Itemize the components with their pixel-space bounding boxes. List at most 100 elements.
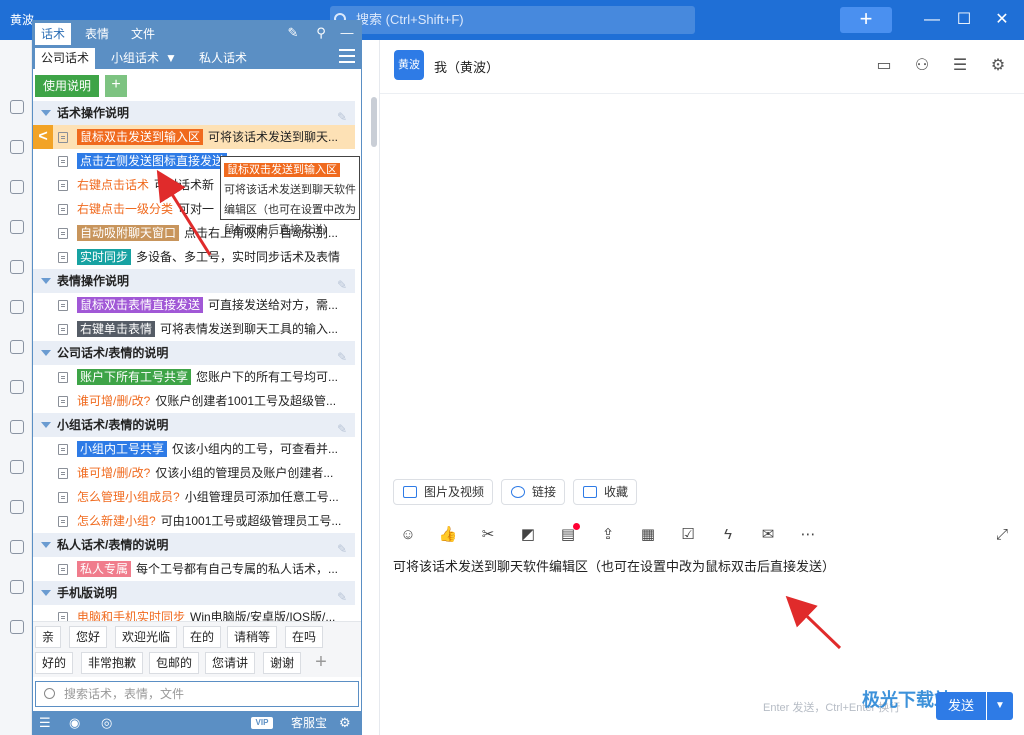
- script-row[interactable]: 谁可增/删/改? 仅账户创建者1001工号及超级管...: [33, 389, 355, 413]
- script-row[interactable]: 电脑和手机实时同步 Win电脑版/安卓版/IOS版/...: [33, 605, 355, 621]
- send-button[interactable]: 发送: [936, 692, 986, 720]
- message-icon[interactable]: [10, 100, 24, 114]
- favorites-button[interactable]: 收藏: [573, 479, 637, 505]
- flash-icon[interactable]: [10, 420, 24, 434]
- gear-icon[interactable]: ⚙: [988, 56, 1008, 76]
- expand-icon[interactable]: ⤢: [992, 525, 1012, 545]
- add-script-button[interactable]: +: [105, 75, 127, 97]
- phrase-chip[interactable]: 在吗: [285, 626, 324, 648]
- global-search-input[interactable]: 搜索 (Ctrl+Shift+F): [330, 6, 695, 34]
- note-icon[interactable]: [10, 140, 24, 154]
- chat-icon[interactable]: [10, 580, 24, 594]
- document-icon: [58, 372, 68, 383]
- maximize-button[interactable]: ☐: [952, 8, 976, 32]
- close-button[interactable]: ✕: [990, 8, 1014, 32]
- panel-tabs: 话术 表情 文件 ✎ ⚲ —: [33, 21, 361, 45]
- mail-icon[interactable]: ✉: [758, 525, 778, 545]
- quick-reply-icon[interactable]: ◩: [518, 525, 538, 545]
- phrase-chip[interactable]: 亲: [35, 626, 62, 648]
- script-row[interactable]: 谁可增/删/改? 仅该小组的管理员及账户创建者...: [33, 461, 355, 485]
- avatar[interactable]: 黄波: [394, 50, 424, 80]
- bracket-icon[interactable]: [10, 220, 24, 234]
- more-icon[interactable]: [10, 620, 24, 634]
- pin-icon[interactable]: ⚲: [313, 24, 329, 42]
- new-button[interactable]: +: [840, 7, 892, 33]
- message-input[interactable]: 可将该话术发送到聊天软件编辑区（也可在设置中改为鼠标双击后直接发送）: [393, 556, 835, 575]
- send-options-dropdown[interactable]: ▼: [987, 692, 1013, 720]
- minimize-button[interactable]: —: [920, 8, 944, 32]
- tab-emoji[interactable]: 表情: [79, 23, 115, 45]
- tab-group-scripts[interactable]: 小组话术: [105, 48, 165, 69]
- apps-icon[interactable]: [10, 180, 24, 194]
- attach-icon[interactable]: ✎: [285, 24, 301, 42]
- phrase-chip[interactable]: 好的: [35, 652, 74, 674]
- tab-files[interactable]: 文件: [125, 23, 161, 45]
- checkbox-icon[interactable]: ☑: [678, 525, 698, 545]
- phrase-chip[interactable]: 欢迎光临: [115, 626, 178, 648]
- script-tag: 自动吸附聊天窗口: [77, 225, 180, 241]
- group-header[interactable]: 小组话术/表情的说明 ✎: [33, 413, 355, 437]
- script-search-input[interactable]: [64, 685, 344, 703]
- group-header[interactable]: 话术操作说明 ✎: [33, 101, 355, 125]
- script-row[interactable]: 鼠标双击表情直接发送 可直接发送给对方，需...: [33, 293, 355, 317]
- like-icon[interactable]: 👍: [438, 525, 458, 545]
- translate-icon[interactable]: [10, 460, 24, 474]
- group-header[interactable]: 手机版说明 ✎: [33, 581, 355, 605]
- script-row[interactable]: < 鼠标双击发送到输入区 可将该话术发送到聊天...: [33, 125, 355, 149]
- script-icon[interactable]: ▤: [558, 523, 580, 545]
- arrow-to-input: [785, 595, 842, 650]
- search-history-icon[interactable]: ☰: [950, 56, 970, 76]
- group-header[interactable]: 私人话术/表情的说明 ✎: [33, 533, 355, 557]
- phrase-chip[interactable]: 谢谢: [263, 652, 302, 674]
- script-row[interactable]: 右键单击表情 可将表情发送到聊天工具的输入...: [33, 317, 355, 341]
- mail-icon[interactable]: [10, 500, 24, 514]
- tab-scripts[interactable]: 话术: [35, 23, 72, 45]
- gear-icon[interactable]: ⚙: [339, 714, 351, 732]
- image-video-button[interactable]: 图片及视频: [393, 479, 493, 505]
- eye-icon[interactable]: ◉: [69, 714, 80, 732]
- phrase-chip[interactable]: 非常抱歉: [81, 652, 144, 674]
- add-phrase-button[interactable]: +: [311, 652, 331, 674]
- scrollbar[interactable]: [371, 97, 377, 147]
- folder-icon[interactable]: ▭: [874, 56, 894, 76]
- check-icon[interactable]: [10, 380, 24, 394]
- group-header[interactable]: 表情操作说明 ✎: [33, 269, 355, 293]
- cloud-icon[interactable]: [10, 300, 24, 314]
- phone-icon[interactable]: [10, 260, 24, 274]
- upload-icon[interactable]: ⇪: [598, 525, 618, 545]
- calendar-icon[interactable]: ▦: [638, 525, 658, 545]
- list-icon[interactable]: ☰: [39, 714, 51, 732]
- script-row[interactable]: 怎么新建小组? 可由1001工号或超级管理员工号...: [33, 509, 355, 533]
- phrase-chip[interactable]: 请稍等: [227, 626, 278, 648]
- emoji-icon[interactable]: ☺: [398, 525, 418, 545]
- tab-company-scripts[interactable]: 公司话术: [35, 48, 96, 69]
- flash-icon[interactable]: ϟ: [718, 525, 738, 545]
- group-header[interactable]: 公司话术/表情的说明 ✎: [33, 341, 355, 365]
- phrase-chip[interactable]: 您请讲: [205, 652, 256, 674]
- phrase-chip[interactable]: 包邮的: [149, 652, 200, 674]
- minimize-icon[interactable]: —: [339, 24, 355, 42]
- script-row[interactable]: 账户下所有工号共享 您账户下的所有工号均可...: [33, 365, 355, 389]
- menu-icon[interactable]: [339, 49, 355, 63]
- more-icon[interactable]: ⋯: [798, 525, 818, 545]
- script-row[interactable]: 私人专属 每个工号都有自己专属的私人话术，...: [33, 557, 355, 581]
- script-row[interactable]: 实时同步 多设备、多工号，实时同步话术及表情: [33, 245, 355, 269]
- service-label[interactable]: 客服宝: [291, 714, 327, 732]
- eye-outline-icon[interactable]: ◎: [101, 714, 112, 732]
- link-button[interactable]: 链接: [501, 479, 565, 505]
- collapse-icon: [41, 278, 51, 284]
- send-arrow-icon[interactable]: <: [33, 125, 53, 149]
- add-user-icon[interactable]: ⚇: [912, 56, 932, 76]
- vip-badge[interactable]: VIP: [251, 717, 273, 729]
- tab-private-scripts[interactable]: 私人话术: [193, 48, 253, 69]
- chevron-down-icon[interactable]: ▼: [165, 48, 177, 69]
- usage-guide-button[interactable]: 使用说明: [35, 75, 99, 97]
- phrase-chip[interactable]: 在的: [183, 626, 222, 648]
- calendar-icon[interactable]: [10, 340, 24, 354]
- script-row[interactable]: 小组内工号共享 仅该小组内的工号，可查看并...: [33, 437, 355, 461]
- image-icon[interactable]: [10, 540, 24, 554]
- script-row[interactable]: 怎么管理小组成员? 小组管理员可添加任意工号...: [33, 485, 355, 509]
- script-search[interactable]: [35, 681, 359, 707]
- phrase-chip[interactable]: 您好: [69, 626, 108, 648]
- scissors-icon[interactable]: ✂: [478, 525, 498, 545]
